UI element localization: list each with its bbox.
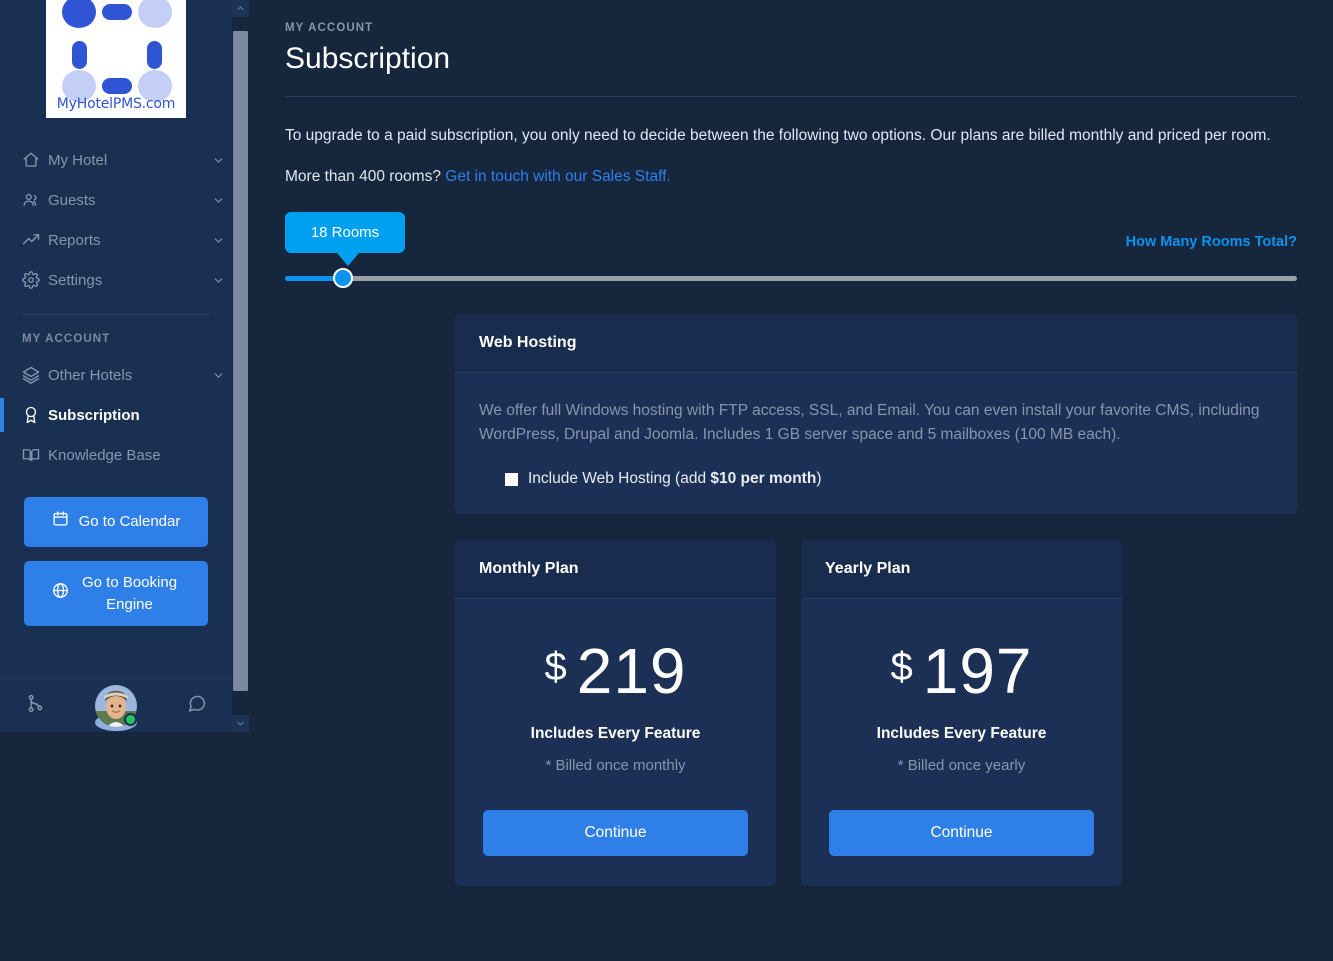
- checkbox-prefix: Include Web Hosting (add: [528, 470, 711, 488]
- award-icon: [22, 406, 48, 424]
- currency-symbol: $: [890, 645, 913, 690]
- sidebar-item-settings[interactable]: Settings: [0, 260, 232, 300]
- cards-column: Web Hosting We offer full Windows hostin…: [285, 314, 1297, 887]
- online-status-indicator: [123, 712, 137, 726]
- page-title: Subscription: [285, 42, 451, 75]
- yearly-plan-continue-button[interactable]: Continue: [829, 810, 1094, 857]
- price-amount: 197: [922, 635, 1033, 708]
- sidebar-item-label: Settings: [48, 271, 103, 289]
- sidebar-section-label: MY ACCOUNT: [22, 333, 111, 345]
- yearly-plan-body: $ 197 Includes Every Feature * Billed on…: [801, 599, 1122, 886]
- go-to-booking-engine-button[interactable]: Go to Booking Engine: [24, 560, 208, 627]
- sidebar-item-label: Reports: [48, 231, 101, 249]
- main-content: MY ACCOUNT Subscription To upgrade to a …: [249, 0, 1333, 961]
- monthly-plan-continue-button[interactable]: Continue: [483, 810, 748, 857]
- price-amount: 219: [576, 635, 687, 708]
- currency-symbol: $: [544, 645, 567, 690]
- rooms-slider-track[interactable]: [285, 268, 1297, 288]
- home-icon: [22, 151, 48, 169]
- sidebar-item-subscription[interactable]: Subscription: [0, 395, 232, 435]
- chevron-down-icon[interactable]: [204, 274, 232, 287]
- monthly-plan-card: Monthly Plan $ 219 Includes Every Featur…: [455, 540, 776, 887]
- how-many-rooms-link[interactable]: How Many Rooms Total?: [1126, 234, 1297, 250]
- yearly-plan-price: $ 197: [829, 639, 1094, 703]
- yearly-plan-feature: Includes Every Feature: [876, 725, 1047, 743]
- book-icon: [22, 446, 48, 464]
- scroll-down-arrow-icon[interactable]: [232, 715, 249, 732]
- chevron-down-icon[interactable]: [204, 234, 232, 247]
- sub-intro-text: More than 400 rooms? Get in touch with o…: [285, 168, 1297, 186]
- app-logo[interactable]: MyHotelPMS.com: [46, 0, 186, 118]
- monthly-plan-title: Monthly Plan: [455, 540, 776, 600]
- sidebar-footer: [0, 678, 232, 732]
- go-to-calendar-button[interactable]: Go to Calendar: [24, 497, 208, 547]
- sidebar-item-knowledge-base[interactable]: Knowledge Base: [0, 435, 232, 475]
- web-hosting-card-title: Web Hosting: [455, 314, 1297, 373]
- sidebar-item-label: My Hotel: [48, 151, 108, 169]
- globe-icon: [52, 582, 69, 606]
- app-root: MyHotelPMS.com My Hotel Guests Reports S…: [0, 0, 1333, 961]
- web-hosting-card: Web Hosting We offer full Windows hostin…: [455, 314, 1297, 515]
- checkbox-suffix: ): [816, 470, 822, 488]
- sidebar-item-label: Guests: [48, 191, 96, 209]
- logo-text: MyHotelPMS.com: [56, 96, 176, 112]
- monthly-plan-price: $ 219: [483, 639, 748, 703]
- sub-intro-prefix: More than 400 rooms?: [285, 168, 446, 185]
- yearly-plan-billed-note: * Billed once yearly: [897, 757, 1026, 775]
- sidebar: MyHotelPMS.com My Hotel Guests Reports S…: [0, 0, 232, 732]
- avatar[interactable]: [94, 684, 137, 731]
- sidebar-item-guests[interactable]: Guests: [0, 180, 232, 220]
- chevron-down-icon[interactable]: [204, 154, 232, 167]
- gear-icon: [22, 271, 48, 289]
- monthly-plan-feature: Includes Every Feature: [530, 725, 701, 743]
- go-to-calendar-label: Go to Calendar: [78, 513, 181, 530]
- scroll-up-arrow-icon[interactable]: [232, 0, 249, 17]
- rooms-slider-zone: 18 Rooms How Many Rooms Total?: [285, 212, 1297, 288]
- breadcrumb: MY ACCOUNT: [285, 22, 374, 34]
- yearly-plan-title: Yearly Plan: [801, 540, 1122, 600]
- go-to-booking-engine-label: Go to Booking Engine: [81, 573, 178, 613]
- layers-icon: [22, 366, 48, 384]
- users-icon: [22, 191, 48, 209]
- rooms-slider-thumb[interactable]: [333, 268, 353, 288]
- plan-grid: Monthly Plan $ 219 Includes Every Featur…: [455, 540, 1297, 887]
- web-hosting-description: We offer full Windows hosting with FTP a…: [479, 402, 1260, 444]
- web-hosting-card-body: We offer full Windows hosting with FTP a…: [455, 373, 1297, 514]
- sidebar-item-other-hotels[interactable]: Other Hotels: [0, 355, 232, 395]
- title-divider: [285, 96, 1297, 97]
- chat-icon[interactable]: [186, 693, 207, 719]
- monthly-plan-body: $ 219 Includes Every Feature * Billed on…: [455, 599, 776, 886]
- calendar-icon: [52, 510, 69, 534]
- include-web-hosting-checkbox[interactable]: [505, 472, 518, 486]
- scrollbar-thumb[interactable]: [233, 31, 248, 691]
- sidebar-item-reports[interactable]: Reports: [0, 220, 232, 260]
- rooms-slider-tooltip-label: 18 Rooms: [310, 224, 380, 241]
- yearly-plan-card: Yearly Plan $ 197 Includes Every Feature…: [801, 540, 1122, 887]
- rooms-slider-tooltip: 18 Rooms: [285, 212, 405, 253]
- sidebar-item-my-hotel[interactable]: My Hotel: [0, 140, 232, 180]
- sidebar-item-label: Other Hotels: [48, 366, 133, 384]
- sidebar-scrollbar[interactable]: [232, 0, 249, 732]
- include-web-hosting-row[interactable]: Include Web Hosting (add $10 per month): [479, 470, 1273, 488]
- trending-icon: [22, 231, 48, 249]
- monthly-plan-billed-note: * Billed once monthly: [545, 757, 686, 775]
- sidebar-item-label: Knowledge Base: [48, 446, 161, 464]
- tooltip-arrow-icon: [337, 253, 359, 266]
- chevron-down-icon[interactable]: [204, 194, 232, 207]
- sales-staff-link[interactable]: Get in touch with our Sales Staff.: [445, 168, 670, 185]
- sidebar-item-label: Subscription: [48, 406, 140, 424]
- sidebar-nav: My Hotel Guests Reports Settings MY ACCO…: [0, 140, 232, 640]
- intro-text: To upgrade to a paid subscription, you o…: [285, 127, 1271, 144]
- include-web-hosting-label: Include Web Hosting (add $10 per month): [528, 470, 822, 488]
- branch-icon[interactable]: [25, 693, 46, 719]
- checkbox-price: $10 per month: [710, 470, 817, 488]
- chevron-down-icon[interactable]: [204, 369, 232, 382]
